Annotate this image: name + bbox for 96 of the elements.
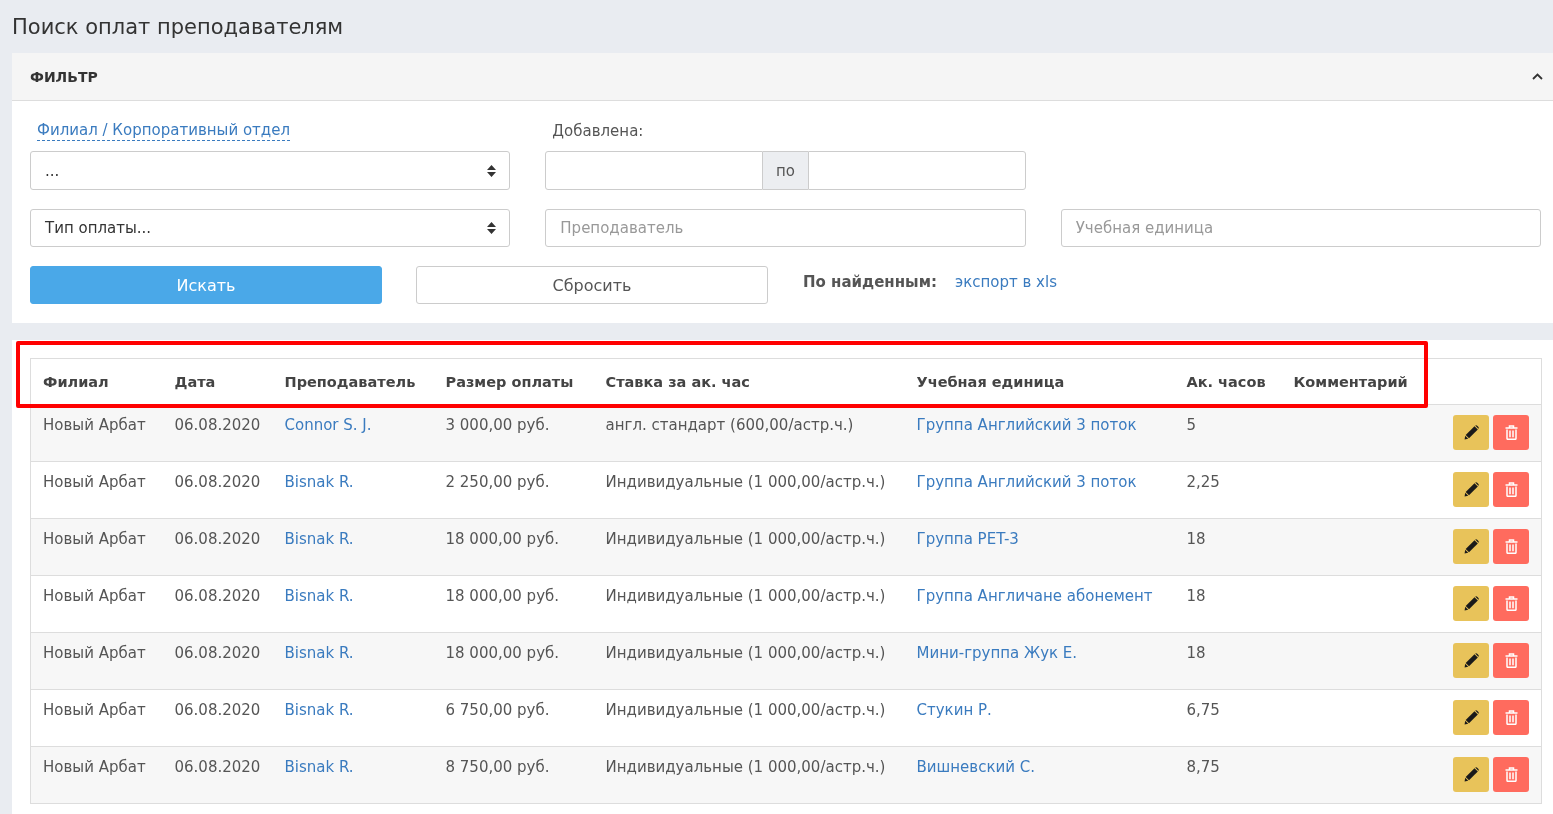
table-cell: Новый Арбат xyxy=(43,530,146,548)
updown-caret-icon xyxy=(487,222,497,234)
table-cell: 18 000,00 руб. xyxy=(445,644,560,662)
chevron-up-icon[interactable] xyxy=(1532,73,1543,80)
table-cell: Новый Арбат xyxy=(43,416,146,434)
edit-button[interactable] xyxy=(1453,472,1489,507)
table-cell: 18 000,00 руб. xyxy=(445,530,560,548)
edit-button[interactable] xyxy=(1453,529,1489,564)
column-header: Ставка за ак. час xyxy=(605,373,750,390)
table-cell: Новый Арбат xyxy=(43,644,146,662)
edit-button[interactable] xyxy=(1453,643,1489,678)
branch-filter-link[interactable]: Филиал / Корпоративный отдел xyxy=(37,121,290,141)
table-cell: Индивидуальные (1 000,00/астр.ч.) xyxy=(605,530,886,548)
table-cell: 5 xyxy=(1186,416,1197,434)
teacher-link[interactable]: Connor S. J. xyxy=(284,416,372,434)
pencil-icon xyxy=(1463,596,1479,611)
branch-select[interactable]: ... xyxy=(30,151,511,190)
table-cell: 06.08.2020 xyxy=(174,530,261,548)
unit-link[interactable]: Группа Англичане абонемент xyxy=(916,587,1153,605)
table-cell: 06.08.2020 xyxy=(174,644,261,662)
table-cell: Индивидуальные (1 000,00/астр.ч.) xyxy=(605,644,886,662)
trash-icon xyxy=(1503,767,1519,782)
table-cell: 6 750,00 руб. xyxy=(445,701,550,719)
pencil-icon xyxy=(1463,767,1479,782)
table-cell: англ. стандарт (600,00/астр.ч.) xyxy=(605,416,854,434)
pencil-icon xyxy=(1463,710,1479,725)
pencil-icon xyxy=(1463,539,1479,554)
table-cell: 8 750,00 руб. xyxy=(445,758,550,776)
pencil-icon xyxy=(1463,653,1479,668)
trash-icon xyxy=(1503,653,1519,668)
table-cell: 06.08.2020 xyxy=(174,473,261,491)
unit-link[interactable]: Вишневский С. xyxy=(916,758,1035,776)
teacher-link[interactable]: Bisnak R. xyxy=(284,473,354,491)
teacher-link[interactable]: Bisnak R. xyxy=(284,644,354,662)
table-cell: Новый Арбат xyxy=(43,473,146,491)
updown-caret-icon xyxy=(487,164,497,177)
pencil-icon xyxy=(1463,425,1479,440)
filter-header[interactable]: ФИЛЬТР xyxy=(12,53,1553,101)
edit-button[interactable] xyxy=(1453,757,1489,792)
column-header: Размер оплаты xyxy=(445,373,574,390)
edit-button[interactable] xyxy=(1453,700,1489,735)
teacher-link[interactable]: Bisnak R. xyxy=(284,530,354,548)
trash-icon xyxy=(1503,710,1519,725)
column-header: Ак. часов xyxy=(1186,373,1266,390)
table-cell: 2 250,00 руб. xyxy=(445,473,550,491)
table-cell: 2,25 xyxy=(1186,473,1220,491)
date-from-field[interactable] xyxy=(545,151,763,190)
edit-button[interactable] xyxy=(1453,415,1489,450)
table-cell: 18 xyxy=(1186,530,1206,548)
teacher-link[interactable]: Bisnak R. xyxy=(284,758,354,776)
table-cell: 6,75 xyxy=(1186,701,1220,719)
payment-type-select[interactable]: Тип оплаты... xyxy=(30,209,511,247)
unit-link[interactable]: Мини-группа Жук Е. xyxy=(916,644,1078,662)
unit-link[interactable]: Группа Английский 3 поток xyxy=(916,473,1137,491)
table-cell: Индивидуальные (1 000,00/астр.ч.) xyxy=(605,758,886,776)
export-link[interactable]: экспорт в xls xyxy=(954,273,1057,291)
table-cell: Новый Арбат xyxy=(43,587,146,605)
table-cell: 3 000,00 руб. xyxy=(445,416,550,434)
unit-link[interactable]: Группа PET-3 xyxy=(916,530,1019,548)
filter-title: ФИЛЬТР xyxy=(30,68,98,85)
table-cell: Новый Арбат xyxy=(43,758,146,776)
input-addon: по xyxy=(763,151,808,190)
column-header: Комментарий xyxy=(1293,373,1408,390)
teacher-field[interactable]: Преподаватель xyxy=(545,209,1026,247)
table-cell: 06.08.2020 xyxy=(174,587,261,605)
reset-button[interactable]: Сбросить xyxy=(416,266,768,304)
table-cell: 18 000,00 руб. xyxy=(445,587,560,605)
date-to-field[interactable] xyxy=(808,151,1026,190)
column-header: Учебная единица xyxy=(916,373,1065,390)
table-cell: 8,75 xyxy=(1186,758,1220,776)
found-label: По найденным: xyxy=(803,273,937,291)
column-header: Дата xyxy=(174,373,216,390)
unit-link[interactable]: Стукин Р. xyxy=(916,701,992,719)
trash-icon xyxy=(1503,482,1519,497)
column-header: Преподаватель xyxy=(284,373,416,390)
table-cell: 18 xyxy=(1186,587,1206,605)
table-cell: Индивидуальные (1 000,00/астр.ч.) xyxy=(605,587,886,605)
trash-icon xyxy=(1503,596,1519,611)
table-cell: 06.08.2020 xyxy=(174,758,261,776)
teacher-link[interactable]: Bisnak R. xyxy=(284,587,354,605)
unit-field[interactable]: Учебная единица xyxy=(1060,209,1541,247)
table-cell: Индивидуальные (1 000,00/астр.ч.) xyxy=(605,473,886,491)
trash-icon xyxy=(1503,425,1519,440)
page-title: Поиск оплат преподавателям xyxy=(11,14,345,41)
column-header: Филиал xyxy=(43,373,109,390)
edit-button[interactable] xyxy=(1453,586,1489,621)
teacher-link[interactable]: Bisnak R. xyxy=(284,701,354,719)
table-cell: Индивидуальные (1 000,00/астр.ч.) xyxy=(605,701,886,719)
date-label: Добавлена: xyxy=(552,121,644,141)
table-cell: 06.08.2020 xyxy=(174,416,261,434)
search-button[interactable]: Искать xyxy=(30,266,382,304)
pencil-icon xyxy=(1463,482,1479,497)
table-cell: 06.08.2020 xyxy=(174,701,261,719)
trash-icon xyxy=(1503,539,1519,554)
table-cell: 18 xyxy=(1186,644,1206,662)
table-cell: Новый Арбат xyxy=(43,701,146,719)
